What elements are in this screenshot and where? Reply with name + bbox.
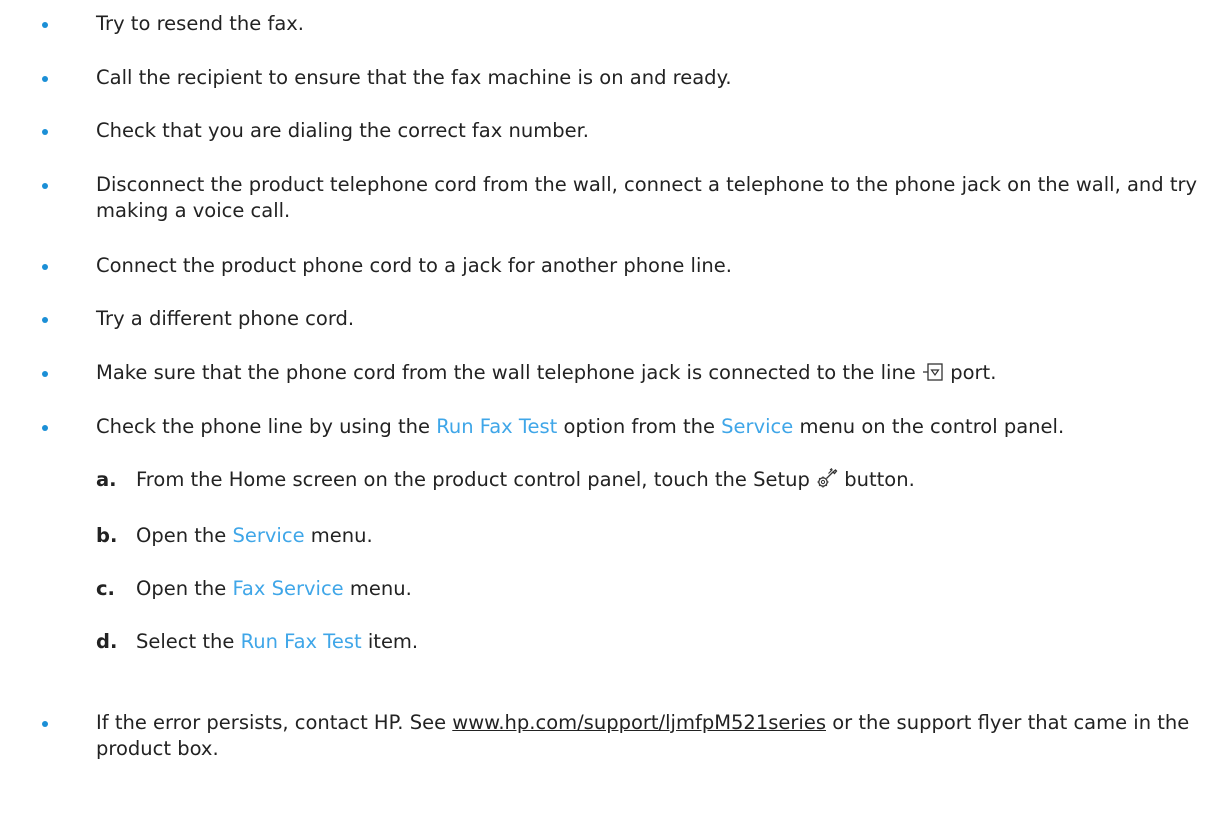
item-text-before: Check the phone line by using the: [96, 415, 430, 438]
bullet-icon: [42, 183, 48, 189]
list-item: Call the recipient to ensure that the fa…: [0, 65, 742, 91]
list-item: Check the phone line by using the Run Fa…: [0, 414, 1074, 655]
list-item: Make sure that the phone cord from the w…: [0, 360, 1006, 389]
bullet-icon: [42, 317, 48, 323]
step-text-before: Open the: [136, 524, 227, 547]
item-text-before: If the error persists, contact HP. See: [96, 711, 447, 734]
item-text: Check that you are dialing the correct f…: [96, 119, 590, 142]
item-text: Try to resend the fax.: [96, 12, 305, 35]
line-port-icon: [922, 362, 944, 389]
step-letter: c.: [96, 577, 115, 600]
bullet-icon: [42, 425, 48, 431]
list-item: Try a different phone cord.: [0, 306, 364, 332]
step-text-after: menu.: [310, 524, 373, 547]
run-fax-test-link[interactable]: Run Fax Test: [436, 415, 557, 438]
step-text-after: menu.: [349, 577, 412, 600]
bullet-icon: [42, 22, 48, 28]
item-text: Call the recipient to ensure that the fa…: [96, 66, 732, 89]
bullet-icon: [42, 264, 48, 270]
step-text-before: Select the: [136, 630, 235, 653]
service-menu-link[interactable]: Service: [721, 415, 793, 438]
list-item: Connect the product phone cord to a jack…: [0, 253, 742, 279]
step-item: c. Open the Fax Service menu.: [96, 576, 1064, 602]
item-text-before: Make sure that the phone cord from the w…: [96, 361, 916, 384]
step-item: a. From the Home screen on the product c…: [96, 467, 1064, 496]
bullet-icon: [42, 371, 48, 377]
item-text: Disconnect the product telephone cord fr…: [96, 173, 1198, 222]
step-item: b. Open the Service menu.: [96, 523, 1064, 549]
run-fax-test-link[interactable]: Run Fax Test: [241, 630, 362, 653]
step-letter: b.: [96, 524, 118, 547]
item-text: Try a different phone cord.: [96, 307, 355, 330]
step-list: a. From the Home screen on the product c…: [96, 467, 1064, 655]
bullet-icon: [42, 721, 48, 727]
list-item: Check that you are dialing the correct f…: [0, 118, 599, 144]
step-text-before: Open the: [136, 577, 227, 600]
list-item: Disconnect the product telephone cord fr…: [0, 172, 1222, 224]
list-item: Try to resend the fax.: [0, 11, 314, 37]
list-item: If the error persists, contact HP. See w…: [0, 710, 1222, 762]
step-text-before: From the Home screen on the product cont…: [136, 468, 810, 491]
item-text: Connect the product phone cord to a jack…: [96, 254, 732, 277]
bullet-icon: [42, 129, 48, 135]
setup-wrench-icon: [816, 467, 838, 496]
step-letter: d.: [96, 630, 118, 653]
fax-service-menu-link[interactable]: Fax Service: [233, 577, 344, 600]
step-letter: a.: [96, 468, 117, 491]
item-text-middle: option from the: [563, 415, 715, 438]
step-text-after: item.: [367, 630, 419, 653]
bullet-icon: [42, 76, 48, 82]
service-menu-link[interactable]: Service: [233, 524, 305, 547]
step-item: d. Select the Run Fax Test item.: [96, 629, 1064, 655]
support-url-link[interactable]: www.hp.com/support/ljmfpM521series: [452, 711, 826, 734]
item-text-after: port.: [950, 361, 997, 384]
step-text-after: button.: [844, 468, 915, 491]
item-text-after: menu on the control panel.: [799, 415, 1065, 438]
